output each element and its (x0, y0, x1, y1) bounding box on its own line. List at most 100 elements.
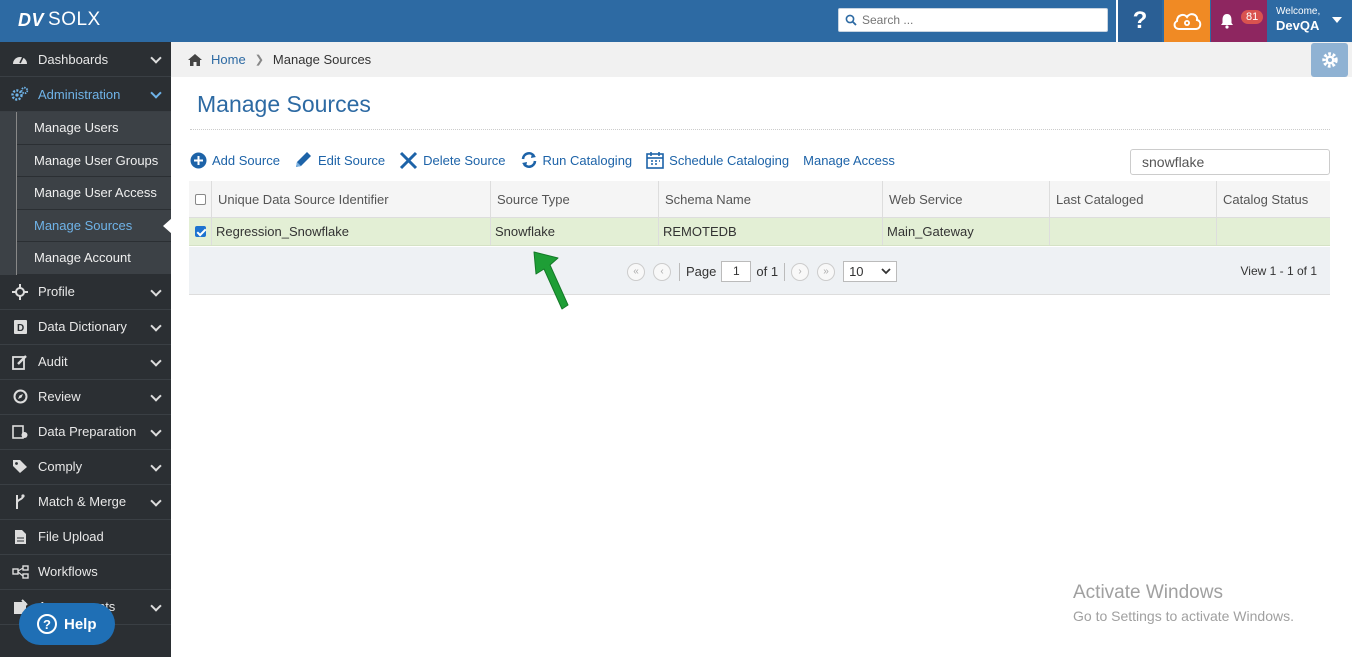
submenu-manage-user-access[interactable]: Manage User Access (17, 177, 171, 210)
sidebar: Dashboards Administration Manage Users M… (0, 42, 171, 657)
search-input[interactable] (862, 13, 1092, 27)
chevron-down-icon (150, 425, 162, 437)
manage-access-button[interactable]: Manage Access (803, 153, 895, 168)
sidebar-item-label: Administration (38, 86, 121, 102)
chevron-down-icon (150, 285, 162, 297)
notifications-button[interactable]: 81 (1211, 0, 1267, 42)
submenu-manage-account[interactable]: Manage Account (17, 242, 171, 275)
sidebar-item-review[interactable]: Review (0, 380, 171, 415)
last-page-button[interactable]: » (817, 262, 836, 281)
profile-icon (11, 283, 29, 301)
sidebar-item-label: Review (38, 389, 81, 405)
column-header-source-type[interactable]: Source Type (491, 181, 659, 217)
sidebar-item-audit[interactable]: Audit (0, 345, 171, 380)
submenu-manage-users[interactable]: Manage Users (17, 112, 171, 145)
column-header-schema-name[interactable]: Schema Name (659, 181, 883, 217)
manage-access-label: Manage Access (803, 152, 895, 168)
calendar-icon (646, 152, 664, 169)
cell-web-service: Main_Gateway (883, 218, 1050, 245)
prev-page-button[interactable]: ‹ (653, 262, 671, 281)
cell-source-type: Snowflake (491, 218, 659, 245)
sidebar-item-data-dictionary[interactable]: D Data Dictionary (0, 310, 171, 345)
select-all-checkbox[interactable] (189, 181, 212, 217)
sidebar-item-workflows[interactable]: Workflows (0, 555, 171, 590)
admin-submenu: Manage Users Manage User Groups Manage U… (0, 112, 171, 275)
workflow-icon (11, 563, 29, 581)
windows-activation-watermark: Activate Windows Go to Settings to activ… (1073, 582, 1294, 624)
cell-last-cataloged (1050, 218, 1217, 245)
tag-icon (11, 458, 29, 476)
column-header-last-cataloged[interactable]: Last Cataloged (1050, 181, 1217, 217)
sidebar-item-dashboards[interactable]: Dashboards (0, 42, 171, 77)
column-header-catalog-status[interactable]: Catalog Status (1217, 181, 1330, 217)
sidebar-item-file-upload[interactable]: File Upload (0, 520, 171, 555)
review-icon (11, 388, 29, 406)
column-header-identifier[interactable]: Unique Data Source Identifier (212, 181, 491, 217)
refresh-icon (521, 152, 536, 168)
chevron-down-icon (150, 390, 162, 402)
page-settings-button[interactable] (1311, 43, 1348, 77)
help-button[interactable]: ? (1118, 0, 1162, 42)
add-source-button[interactable]: Add Source (190, 152, 280, 169)
table-row[interactable]: Regression_Snowflake Snowflake REMOTEDB … (189, 218, 1330, 246)
row-checkbox[interactable] (189, 218, 212, 245)
edit-source-button[interactable]: Edit Source (294, 151, 385, 169)
sidebar-item-label: Data Dictionary (38, 319, 127, 335)
schedule-cataloging-button[interactable]: Schedule Cataloging (646, 151, 789, 169)
app-logo[interactable]: DV SOLX (18, 9, 101, 31)
sidebar-item-label: Dashboards (38, 51, 109, 67)
chevron-down-icon (150, 320, 162, 332)
page-title: Manage Sources (197, 91, 371, 117)
sidebar-item-match-merge[interactable]: Match & Merge (0, 485, 171, 520)
submenu-manage-sources[interactable]: Manage Sources (17, 210, 171, 243)
help-widget-label: Help (64, 615, 97, 633)
user-menu[interactable]: Welcome, DevQA (1268, 0, 1352, 42)
logo-dv: DV (18, 9, 45, 30)
sidebar-item-data-preparation[interactable]: Data Preparation (0, 415, 171, 450)
data-prep-icon (11, 423, 29, 441)
caret-down-icon (1332, 17, 1342, 23)
plus-circle-icon (190, 152, 207, 168)
cloud-settings-button[interactable] (1164, 0, 1210, 42)
add-source-label: Add Source (212, 152, 280, 168)
chevron-down-icon (150, 460, 162, 472)
dashboard-icon (11, 50, 29, 68)
page-number-input[interactable]: 1 (721, 261, 752, 282)
sidebar-item-comply[interactable]: Comply (0, 450, 171, 485)
gears-icon (11, 85, 29, 103)
home-icon[interactable] (187, 53, 203, 67)
sidebar-item-profile[interactable]: Profile (0, 275, 171, 310)
global-search[interactable] (838, 8, 1108, 32)
submenu-manage-user-groups[interactable]: Manage User Groups (17, 145, 171, 178)
rows-per-page-select[interactable]: 10 (843, 261, 898, 282)
chevron-down-icon (150, 600, 162, 612)
delete-source-button[interactable]: Delete Source (399, 151, 506, 170)
column-header-web-service[interactable]: Web Service (883, 181, 1050, 217)
pencil-icon (295, 152, 311, 167)
pagination-bar: « ‹ Page 1 of 1 › » 10 View 1 - 1 of 1 (189, 247, 1330, 295)
breadcrumb-home-link[interactable]: Home (211, 52, 246, 67)
sidebar-item-administration[interactable]: Administration (0, 77, 171, 112)
chevron-down-icon (881, 268, 891, 275)
sidebar-item-label: Comply (38, 459, 83, 475)
sidebar-item-label: Audit (38, 354, 68, 370)
divider (784, 262, 786, 281)
sidebar-item-label: File Upload (38, 529, 104, 545)
watermark-subtitle: Go to Settings to activate Windows. (1073, 608, 1294, 624)
first-page-button[interactable]: « (627, 262, 645, 281)
chevron-down-icon (150, 355, 162, 367)
sidebar-item-label: Workflows (38, 564, 98, 580)
rows-per-page-value: 10 (849, 264, 864, 279)
chevron-down-icon (150, 495, 162, 507)
grid-filter-input[interactable]: snowflake (1130, 149, 1330, 175)
delete-x-icon (400, 151, 418, 169)
run-cataloging-button[interactable]: Run Cataloging (520, 151, 632, 169)
next-page-button[interactable]: › (791, 262, 810, 281)
help-widget-button[interactable]: ? Help (19, 603, 115, 645)
dictionary-icon: D (11, 318, 29, 336)
sidebar-item-label: Profile (38, 284, 75, 300)
welcome-text: Welcome, (1276, 6, 1321, 17)
page-label: Page (686, 264, 717, 279)
chevron-down-icon (150, 87, 162, 99)
file-icon (11, 528, 29, 546)
